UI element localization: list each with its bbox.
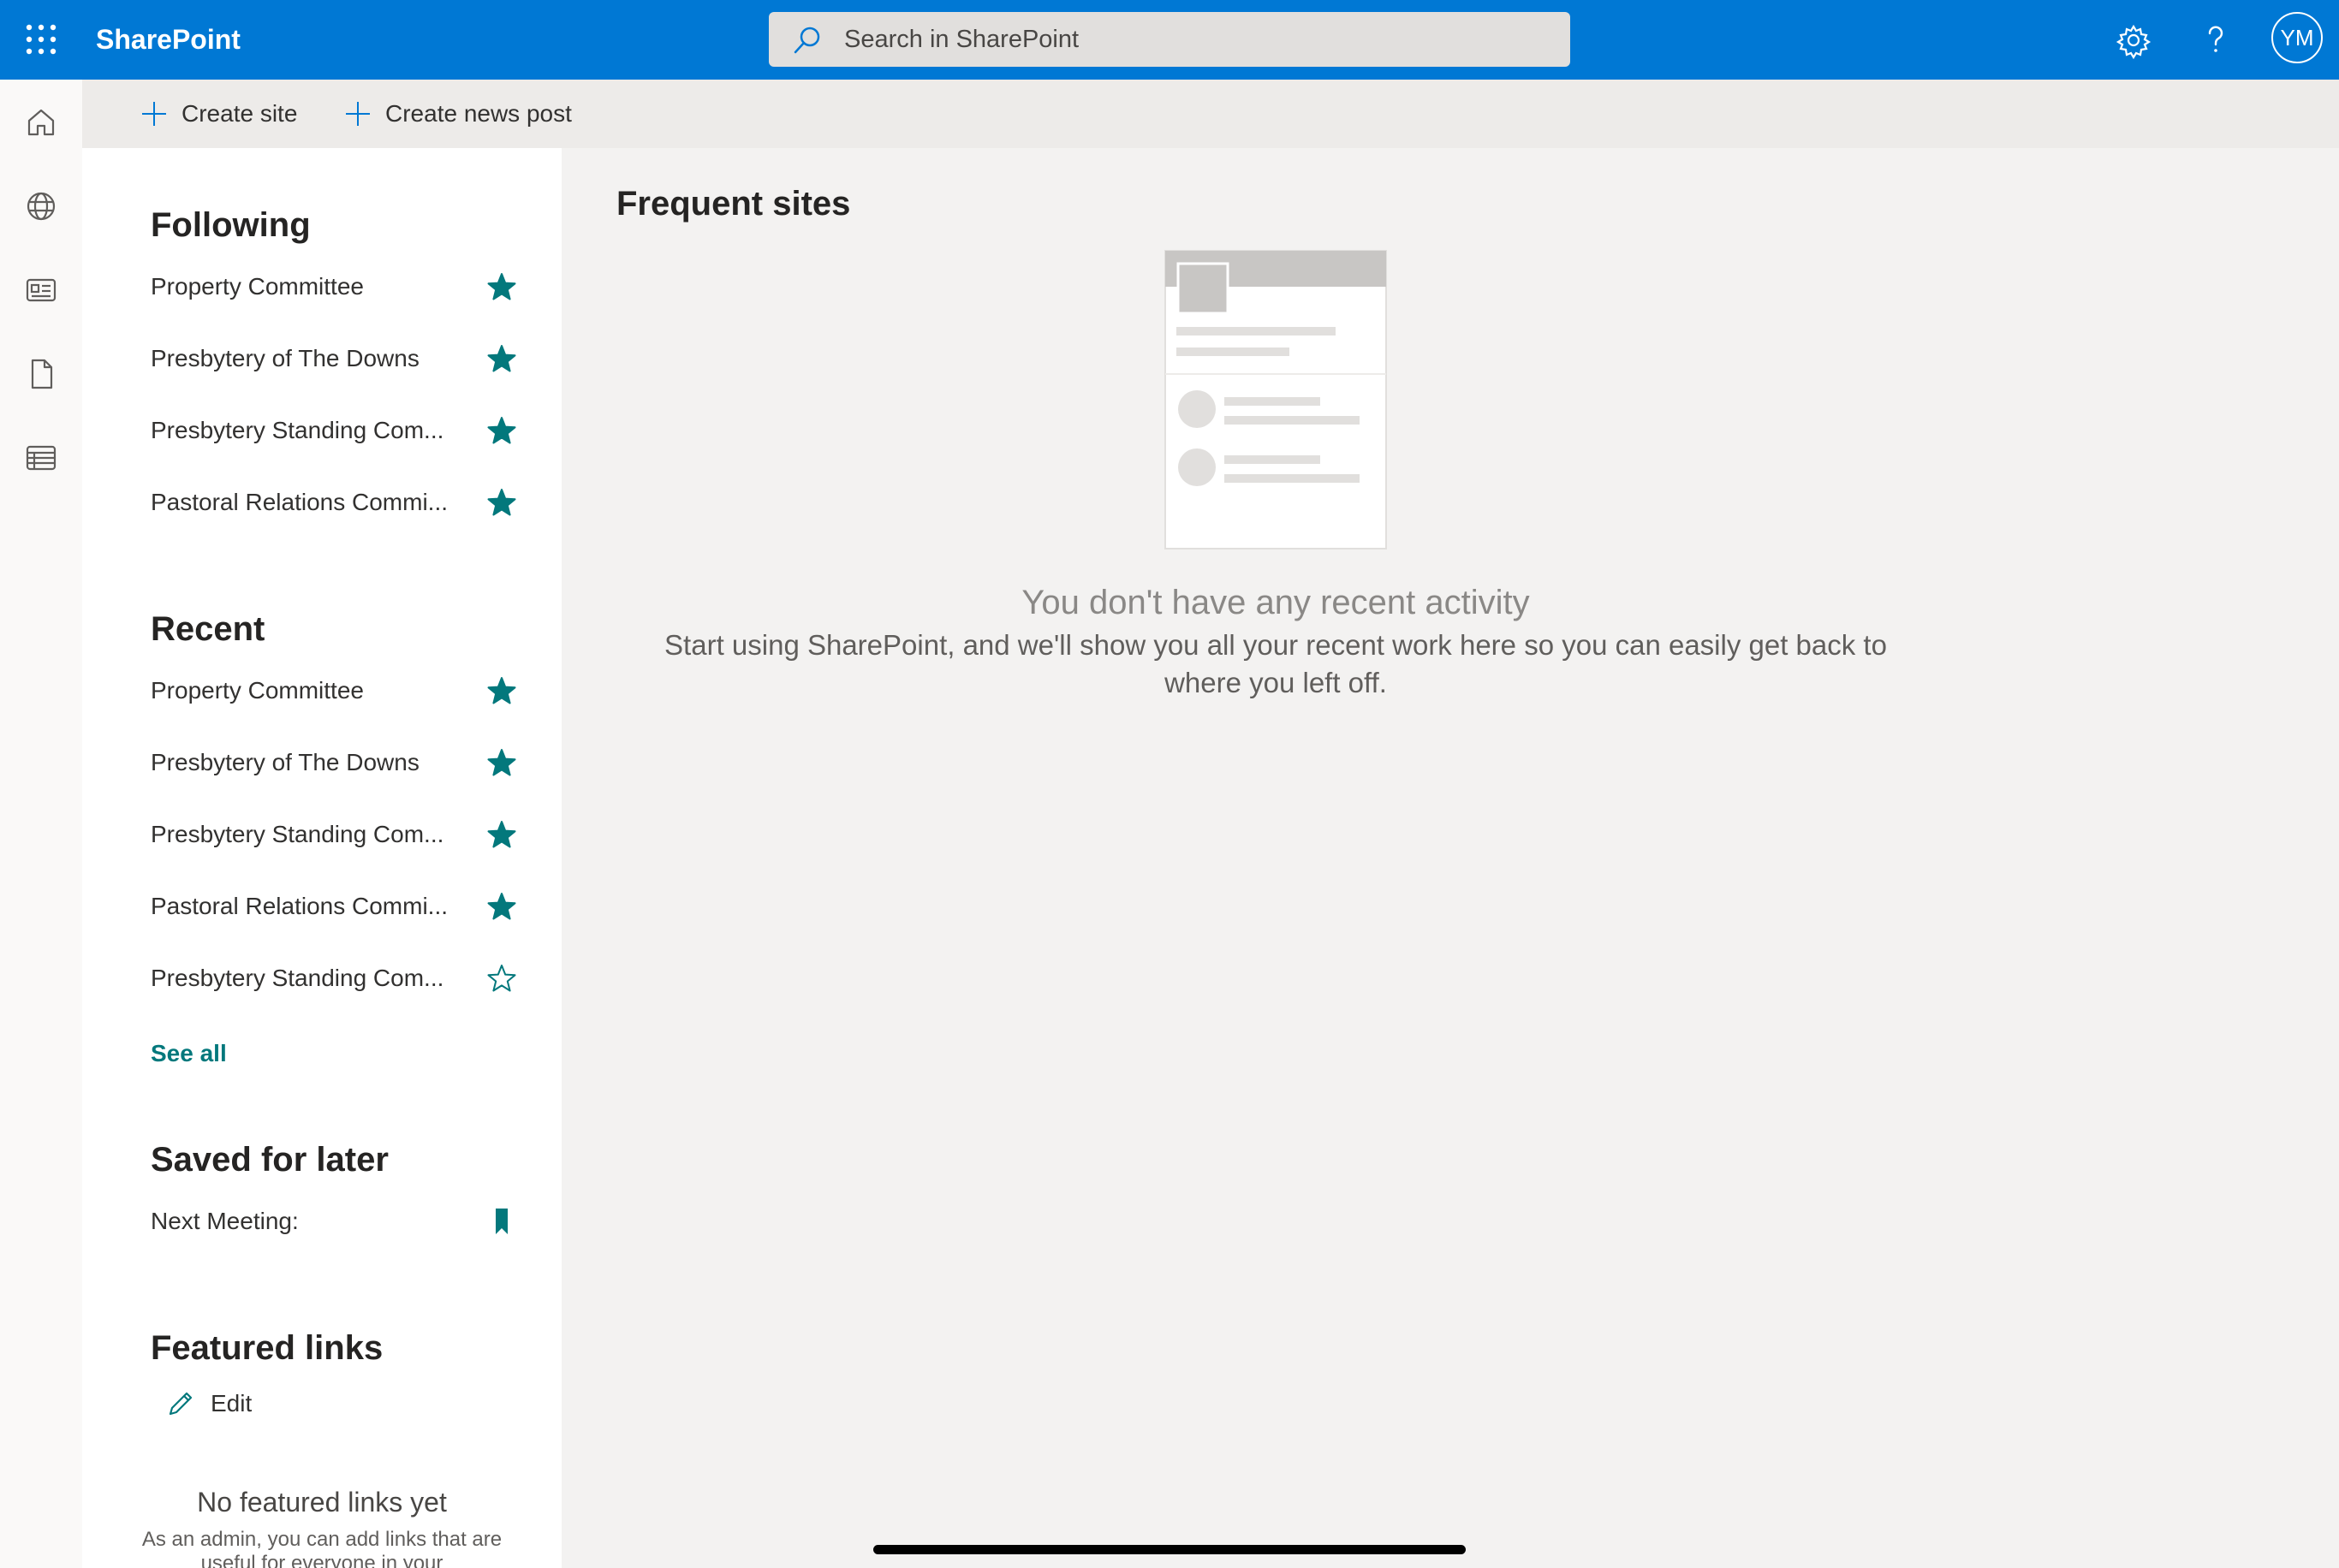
app-title[interactable]: SharePoint bbox=[96, 22, 241, 56]
home-indicator[interactable] bbox=[873, 1545, 1466, 1554]
search-icon bbox=[794, 27, 820, 54]
bookmark-icon[interactable] bbox=[486, 1206, 517, 1237]
star-filled-icon[interactable] bbox=[486, 891, 517, 922]
gear-icon[interactable] bbox=[2113, 20, 2154, 61]
star-filled-icon[interactable] bbox=[486, 415, 517, 446]
pencil-icon bbox=[169, 1392, 193, 1416]
left-panel: Following Property Committee Presbytery o… bbox=[82, 148, 562, 1568]
app-launcher-icon[interactable] bbox=[24, 22, 58, 56]
recent-item[interactable]: Presbytery Standing Com... bbox=[151, 958, 527, 999]
following-item-label: Presbytery Standing Com... bbox=[151, 417, 444, 443]
suite-header: SharePoint Search in SharePoint YM bbox=[0, 0, 2339, 80]
saved-for-later-heading: Saved for later bbox=[151, 1141, 389, 1179]
star-filled-icon[interactable] bbox=[486, 343, 517, 374]
plus-icon bbox=[346, 102, 370, 126]
star-filled-icon[interactable] bbox=[486, 271, 517, 302]
following-item[interactable]: Presbytery of The Downs bbox=[151, 338, 527, 379]
create-site-button[interactable]: Create site bbox=[140, 97, 297, 131]
home-icon[interactable] bbox=[24, 105, 58, 140]
avatar[interactable]: YM bbox=[2271, 12, 2323, 63]
news-icon[interactable] bbox=[24, 273, 58, 307]
document-icon[interactable] bbox=[24, 357, 58, 391]
following-heading: Following bbox=[151, 206, 311, 244]
saved-item-label: Next Meeting: bbox=[151, 1208, 299, 1234]
star-outline-icon[interactable] bbox=[486, 963, 517, 994]
empty-state-illustration bbox=[1164, 250, 1387, 549]
saved-item[interactable]: Next Meeting: bbox=[151, 1201, 527, 1242]
star-filled-icon[interactable] bbox=[486, 675, 517, 706]
featured-links-heading: Featured links bbox=[151, 1329, 384, 1367]
star-filled-icon[interactable] bbox=[486, 819, 517, 850]
star-filled-icon[interactable] bbox=[486, 747, 517, 778]
no-featured-links-title: No featured links yet bbox=[197, 1487, 447, 1518]
globe-icon[interactable] bbox=[24, 189, 58, 223]
app-bar bbox=[0, 80, 83, 1568]
create-news-post-label: Create news post bbox=[385, 100, 572, 127]
create-site-label: Create site bbox=[182, 100, 298, 127]
recent-item-label: Property Committee bbox=[151, 677, 364, 704]
recent-item-label: Pastoral Relations Commi... bbox=[151, 893, 449, 919]
following-item-label: Property Committee bbox=[151, 273, 364, 300]
search-box[interactable]: Search in SharePoint bbox=[769, 12, 1570, 67]
search-input[interactable]: Search in SharePoint bbox=[844, 22, 1079, 56]
recent-item[interactable]: Pastoral Relations Commi... bbox=[151, 886, 527, 927]
following-item[interactable]: Presbytery Standing Com... bbox=[151, 410, 527, 451]
following-item-label: Pastoral Relations Commi... bbox=[151, 489, 449, 515]
list-icon[interactable] bbox=[24, 441, 58, 475]
following-item[interactable]: Pastoral Relations Commi... bbox=[151, 482, 527, 523]
help-icon[interactable] bbox=[2195, 20, 2236, 61]
recent-heading: Recent bbox=[151, 610, 265, 648]
empty-state-description: Start using SharePoint, and we'll show y… bbox=[664, 629, 1887, 698]
following-item[interactable]: Property Committee bbox=[151, 266, 527, 307]
following-item-label: Presbytery of The Downs bbox=[151, 345, 420, 371]
page-title: Frequent sites bbox=[616, 185, 851, 223]
recent-item-label: Presbytery Standing Com... bbox=[151, 965, 444, 991]
command-bar: Create site Create news post bbox=[82, 80, 2339, 148]
recent-item[interactable]: Presbytery of The Downs bbox=[151, 742, 527, 783]
no-featured-links-description: As an admin, you can add links that are … bbox=[141, 1528, 503, 1568]
recent-item[interactable]: Property Committee bbox=[151, 670, 527, 711]
edit-featured-links-button[interactable]: Edit bbox=[166, 1389, 252, 1418]
plus-icon bbox=[142, 102, 166, 126]
recent-item[interactable]: Presbytery Standing Com... bbox=[151, 814, 527, 855]
create-news-post-button[interactable]: Create news post bbox=[344, 97, 572, 131]
see-all-link[interactable]: See all bbox=[151, 1040, 227, 1067]
recent-item-label: Presbytery of The Downs bbox=[151, 749, 420, 775]
recent-item-label: Presbytery Standing Com... bbox=[151, 821, 444, 847]
empty-state-title: You don't have any recent activity bbox=[1021, 584, 1530, 621]
edit-label: Edit bbox=[211, 1390, 253, 1417]
star-filled-icon[interactable] bbox=[486, 487, 517, 518]
